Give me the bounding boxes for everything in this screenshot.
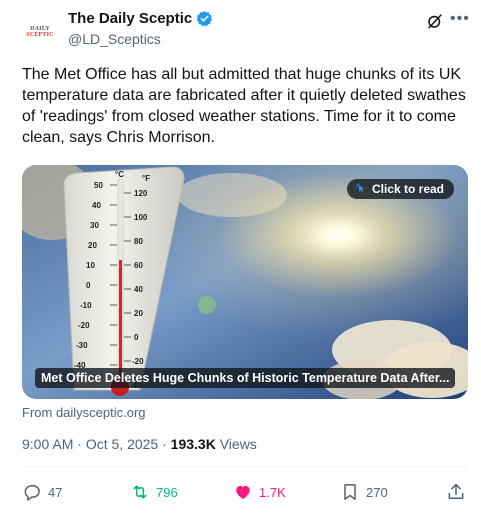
like-count: 1.7K [259, 484, 286, 500]
tweet-meta: 9:00 AM · Oct 5, 2025 · 193.3K Views [22, 436, 257, 452]
unit-fahrenheit: °F [142, 174, 150, 183]
f-label-80: 80 [134, 237, 143, 246]
reply-count: 47 [48, 484, 63, 500]
f-label-40: 40 [134, 285, 143, 294]
share-button[interactable] [446, 480, 466, 504]
views-label: Views [219, 436, 257, 452]
c-label-30: 30 [90, 221, 99, 230]
reply-button[interactable]: 47 [22, 480, 62, 504]
card-image: °C °F 50 40 30 20 10 0 -10 -20 -30 -40 1… [22, 165, 468, 399]
cursor-click-icon [356, 183, 364, 193]
more-options-icon[interactable]: ••• [450, 10, 470, 28]
reply-icon [24, 485, 40, 501]
card-source[interactable]: From dailysceptic.org [22, 405, 146, 420]
f-label-120: 120 [134, 189, 148, 198]
verified-badge-icon [196, 11, 213, 27]
unit-celsius: °C [115, 170, 124, 179]
repost-icon [133, 485, 147, 499]
repost-count: 796 [156, 484, 178, 500]
divider [22, 466, 468, 467]
author-display-name[interactable]: The Daily Sceptic [68, 10, 192, 27]
click-to-read-label: Click to read [371, 182, 444, 196]
c-label-40: 40 [92, 201, 101, 210]
avatar[interactable]: DAILY SCEPTIC [22, 14, 58, 50]
action-bar: 47 796 1.7K 270 [22, 480, 468, 504]
c-label-20: 20 [88, 241, 97, 250]
click-to-read-button[interactable]: Click to read [346, 179, 454, 199]
heart-icon [236, 485, 250, 500]
bookmark-icon [344, 484, 356, 500]
tweet-date[interactable]: Oct 5, 2025 [86, 436, 158, 452]
tweet-header: DAILY SCEPTIC The Daily Sceptic @LD_Scep… [22, 8, 472, 52]
bookmark-count: 270 [366, 484, 388, 500]
share-icon [448, 483, 464, 499]
f-label-20: 20 [134, 309, 143, 318]
meta-separator: · [77, 436, 86, 452]
c-label-minus10: -10 [80, 301, 92, 310]
like-button[interactable]: 1.7K [233, 480, 286, 504]
meta-separator: · [162, 436, 171, 452]
repost-button[interactable]: 796 [130, 480, 178, 504]
views-count: 193.3K [170, 436, 216, 452]
c-label-0: 0 [86, 281, 91, 290]
f-label-100: 100 [134, 213, 148, 222]
link-card[interactable]: °C °F 50 40 30 20 10 0 -10 -20 -30 -40 1… [22, 165, 468, 399]
author-handle[interactable]: @LD_Sceptics [68, 31, 161, 47]
tweet-text: The Met Office has all but admitted that… [22, 66, 466, 146]
author-name-row: The Daily Sceptic [68, 10, 213, 27]
c-label-10: 10 [86, 261, 95, 270]
c-label-minus20: -20 [78, 321, 90, 330]
f-label-0: 0 [134, 333, 139, 342]
c-label-50: 50 [94, 181, 103, 190]
c-label-minus30: -30 [76, 341, 88, 350]
bookmark-button[interactable]: 270 [340, 480, 388, 504]
grok-icon[interactable] [426, 12, 444, 30]
f-label-minus20: -20 [132, 357, 144, 366]
card-title[interactable]: Met Office Deletes Huge Chunks of Histor… [35, 368, 456, 388]
avatar-text-bottom: SCEPTIC [26, 32, 54, 38]
f-label-60: 60 [134, 261, 143, 270]
tweet-time[interactable]: 9:00 AM [22, 436, 73, 452]
